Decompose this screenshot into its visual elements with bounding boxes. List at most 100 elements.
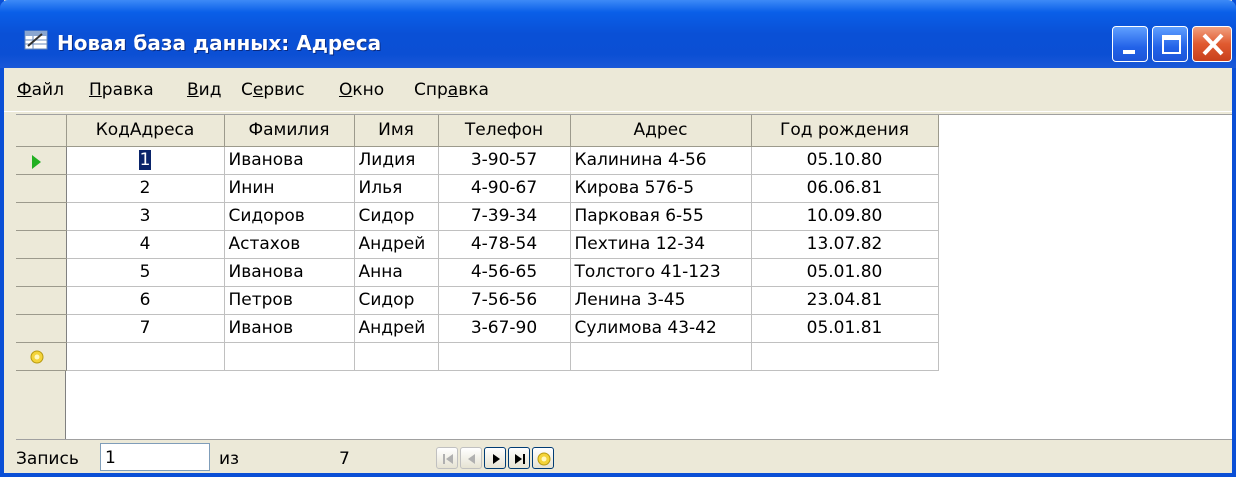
previous-record-icon (468, 454, 475, 464)
cell[interactable]: Андрей (354, 314, 439, 343)
cell[interactable]: 1 (66, 146, 225, 175)
record-selector[interactable] (16, 342, 67, 371)
record-selector[interactable] (16, 314, 67, 343)
cell[interactable] (66, 342, 225, 371)
column-header[interactable]: КодАдреса (66, 115, 225, 147)
new-record-star-icon (30, 350, 44, 363)
last-record-icon (515, 454, 525, 464)
record-navigator: Запись 1 из 7 (16, 439, 1232, 473)
cell[interactable]: Кирова 576-5 (570, 174, 752, 203)
header-row: КодАдреса Фамилия Имя Телефон Адрес Год … (16, 115, 939, 147)
cell[interactable]: 7-39-34 (438, 202, 571, 231)
cell[interactable]: Лидия (354, 146, 439, 175)
record-total: 7 (339, 449, 350, 469)
column-header[interactable]: Фамилия (224, 115, 355, 147)
first-record-icon (443, 454, 453, 464)
new-record-button[interactable] (532, 447, 554, 469)
cell[interactable]: 4 (66, 230, 225, 259)
cell[interactable]: 6 (66, 286, 225, 315)
cell[interactable]: 7-56-56 (438, 286, 571, 315)
current-record-input[interactable]: 1 (100, 443, 210, 471)
record-label: Запись (16, 449, 79, 469)
cell[interactable]: 3-67-90 (438, 314, 571, 343)
datasheet-table: КодАдреса Фамилия Имя Телефон Адрес Год … (16, 115, 939, 371)
current-record-arrow-icon (32, 154, 41, 169)
cell[interactable]: Ленина 3-45 (570, 286, 752, 315)
table-row: 2 Инин Илья 4-90-67 Кирова 576-5 06.06.8… (16, 174, 939, 203)
cell[interactable]: 7 (66, 314, 225, 343)
cell[interactable]: Анна (354, 258, 439, 287)
table-row: 5 Иванова Анна 4-56-65 Толстого 41-123 0… (16, 258, 939, 287)
cell[interactable] (570, 342, 752, 371)
minimize-button[interactable] (1112, 26, 1148, 62)
new-record-row (16, 342, 939, 371)
cell[interactable]: 4-56-65 (438, 258, 571, 287)
cell-cursor: 1 (138, 150, 152, 170)
cell[interactable]: 13.07.82 (751, 230, 939, 259)
cell[interactable]: 3 (66, 202, 225, 231)
cell[interactable]: 23.04.81 (751, 286, 939, 315)
cell[interactable] (751, 342, 939, 371)
cell[interactable]: Сидоров (224, 202, 355, 231)
first-record-button[interactable] (436, 447, 458, 469)
menu-window[interactable]: Окно (339, 80, 384, 100)
cell[interactable]: 06.06.81 (751, 174, 939, 203)
close-button[interactable] (1192, 26, 1232, 62)
cell[interactable]: Иванова (224, 258, 355, 287)
next-record-icon (493, 454, 500, 464)
cell[interactable]: 05.01.80 (751, 258, 939, 287)
cell[interactable]: Иванова (224, 146, 355, 175)
cell[interactable]: 4-78-54 (438, 230, 571, 259)
cell[interactable]: 5 (66, 258, 225, 287)
cell[interactable]: Сидор (354, 202, 439, 231)
record-selector[interactable] (16, 230, 67, 259)
cell[interactable]: Сулимова 43-42 (570, 314, 752, 343)
title-bar[interactable]: Новая база данных: Адреса (0, 0, 1236, 68)
datasheet: КодАдреса Фамилия Имя Телефон Адрес Год … (16, 114, 1232, 440)
last-record-button[interactable] (508, 447, 530, 469)
menu-edit[interactable]: Правка (89, 80, 154, 100)
column-header[interactable]: Адрес (570, 115, 752, 147)
column-header[interactable]: Имя (354, 115, 439, 147)
maximize-icon (1162, 35, 1181, 54)
record-selector[interactable] (16, 202, 67, 231)
column-header[interactable]: Телефон (438, 115, 571, 147)
record-selector[interactable] (16, 258, 67, 287)
cell[interactable]: 10.09.80 (751, 202, 939, 231)
column-header[interactable]: Год рождения (751, 115, 939, 147)
previous-record-button[interactable] (460, 447, 482, 469)
menu-tools[interactable]: Сервис (241, 80, 305, 100)
cell[interactable]: Инин (224, 174, 355, 203)
cell[interactable]: Калинина 4-56 (570, 146, 752, 175)
record-selector[interactable] (16, 146, 67, 175)
maximize-button[interactable] (1152, 26, 1188, 62)
menu-file[interactable]: Файл (17, 80, 64, 100)
cell[interactable]: 3-90-57 (438, 146, 571, 175)
minimize-icon (1123, 50, 1135, 54)
cell[interactable]: Астахов (224, 230, 355, 259)
cell[interactable]: Илья (354, 174, 439, 203)
cell[interactable]: Толстого 41-123 (570, 258, 752, 287)
cell[interactable]: Петров (224, 286, 355, 315)
table-row: 3 Сидоров Сидор 7-39-34 Парковая 6-55 10… (16, 202, 939, 231)
cell[interactable] (354, 342, 439, 371)
cell[interactable]: Пехтина 12-34 (570, 230, 752, 259)
cell[interactable]: Сидор (354, 286, 439, 315)
cell[interactable]: 2 (66, 174, 225, 203)
menu-view[interactable]: Вид (187, 80, 221, 100)
cell[interactable]: Парковая 6-55 (570, 202, 752, 231)
cell[interactable]: 05.01.81 (751, 314, 939, 343)
next-record-button[interactable] (484, 447, 506, 469)
record-selector[interactable] (16, 286, 67, 315)
select-all-cell[interactable] (16, 115, 67, 147)
cell[interactable]: 05.10.80 (751, 146, 939, 175)
cell[interactable] (438, 342, 571, 371)
table-row: 6 Петров Сидор 7-56-56 Ленина 3-45 23.04… (16, 286, 939, 315)
record-selector[interactable] (16, 174, 67, 203)
cell[interactable] (224, 342, 355, 371)
close-icon (1202, 33, 1224, 56)
cell[interactable]: Андрей (354, 230, 439, 259)
cell[interactable]: 4-90-67 (438, 174, 571, 203)
menu-help[interactable]: Справка (414, 80, 489, 100)
cell[interactable]: Иванов (224, 314, 355, 343)
